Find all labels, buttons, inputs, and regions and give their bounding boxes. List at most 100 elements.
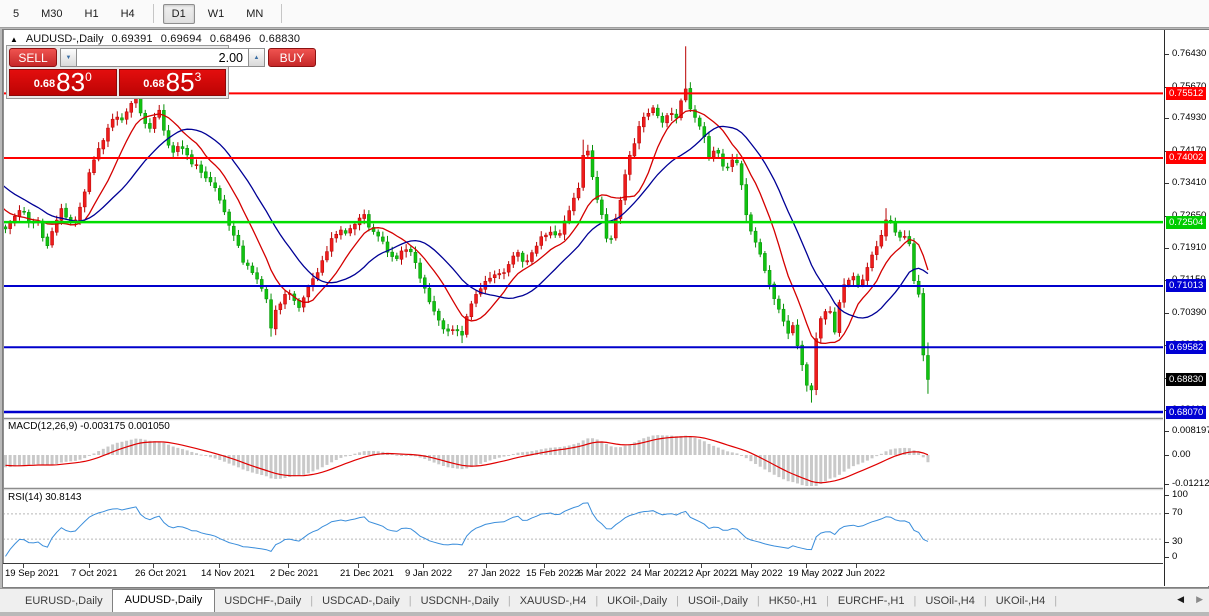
tab-xauusd-h4[interactable]: XAUUSD-,H4 [511, 591, 596, 611]
tab-usdcad-daily[interactable]: USDCAD-,Daily [313, 591, 409, 611]
price-tick-label: 0.71910 [1172, 242, 1206, 253]
axis-tick-mark [1165, 118, 1169, 119]
timeframe-button-w1[interactable]: W1 [199, 4, 234, 24]
level-price-label: 0.74002 [1166, 151, 1206, 164]
date-label: 19 Sep 2021 [5, 568, 59, 579]
axis-tick-mark [1165, 248, 1169, 249]
buy-price-pip: 3 [195, 71, 202, 83]
volume-input[interactable] [77, 48, 248, 67]
tab-eurchf-h1[interactable]: EURCHF-,H1 [829, 591, 914, 611]
tab-ukoil-h4[interactable]: UKOil-,H4 [987, 591, 1055, 611]
buy-price-prefix: 0.68 [143, 74, 164, 94]
chart-tab-bar: EURUSD-,DailyAUDUSD-,DailyUSDCHF-,Daily |… [0, 588, 1209, 612]
date-label: 19 May 2022 [788, 568, 843, 579]
price-tick-label: 0.74930 [1172, 112, 1206, 123]
tab-usdchf-daily[interactable]: USDCHF-,Daily [215, 591, 310, 611]
timeframe-button-m30[interactable]: M30 [32, 4, 71, 24]
rsi-tick-label: 0 [1172, 551, 1177, 562]
date-label: 2 Dec 2021 [270, 568, 319, 579]
timeframe-button-h4[interactable]: H4 [112, 4, 144, 24]
date-label: 26 Oct 2021 [135, 568, 187, 579]
level-price-label: 0.71013 [1166, 279, 1206, 292]
ohlc-open: 0.69391 [112, 33, 153, 45]
sell-price-big: 83 [56, 70, 85, 94]
symbol-period-label: AUDUSD-,Daily [26, 33, 104, 45]
level-price-label: 0.72504 [1166, 216, 1206, 229]
macd-tick-label: 0.008197 [1172, 425, 1209, 436]
tab-scroll-right-icon[interactable]: ▶ [1196, 594, 1203, 605]
timeframe-button-d1[interactable]: D1 [163, 4, 195, 24]
price-tick-label: 0.73410 [1172, 177, 1206, 188]
tab-eurusd-daily[interactable]: EURUSD-,Daily [16, 591, 112, 611]
volume-decrease-button[interactable]: ▼ [60, 48, 77, 67]
sell-price-pip: 0 [85, 71, 92, 83]
tab-usdcnh-daily[interactable]: USDCNH-,Daily [412, 591, 508, 611]
timeframe-button-h1[interactable]: H1 [76, 4, 108, 24]
axis-tick-mark [1165, 431, 1169, 432]
sell-price-prefix: 0.68 [34, 74, 55, 94]
buy-price-big: 85 [166, 70, 195, 94]
tab-audusd-daily[interactable]: AUDUSD-,Daily [112, 589, 216, 612]
rsi-indicator-label: RSI(14) 30.8143 [8, 492, 81, 503]
timeframe-button-mn[interactable]: MN [237, 4, 272, 24]
axis-tick-mark [1165, 54, 1169, 55]
axis-tick-mark [1165, 495, 1169, 496]
time-axis: 19 Sep 2021 7 Oct 2021 26 Oct 2021 14 Nov 2… [3, 564, 1163, 585]
date-label: 27 Jan 2022 [468, 568, 520, 579]
buy-price-tile[interactable]: 0.68 85 3 [119, 69, 227, 96]
rsi-tick-label: 30 [1172, 536, 1183, 547]
tab-usoil-h4[interactable]: USOil-,H4 [916, 591, 984, 611]
rsi-tick-label: 100 [1172, 489, 1188, 500]
ohlc-high: 0.69694 [161, 33, 202, 45]
tab-hk50-h1[interactable]: HK50-,H1 [760, 591, 826, 611]
ohlc-close: 0.68830 [259, 33, 300, 45]
level-price-label: 0.69582 [1166, 341, 1206, 354]
ohlc-low: 0.68496 [210, 33, 251, 45]
mt4-app: 5M30H1H4 D1W1MN ▲ AUDUSD-,Daily 0.69391 0… [0, 0, 1209, 616]
price-tick-label: 0.76430 [1172, 48, 1206, 59]
macd-tick-label: -0.012123 [1172, 478, 1209, 489]
chevron-down-icon: ▼ [66, 55, 72, 61]
tab-scroll-left-icon[interactable]: ◀ [1177, 594, 1184, 605]
rsi-tick-label: 70 [1172, 507, 1183, 518]
level-price-label: 0.68070 [1166, 406, 1206, 419]
axis-tick-mark [1165, 313, 1169, 314]
buy-button[interactable]: BUY [268, 48, 316, 67]
price-tick-label: 0.70390 [1172, 307, 1206, 318]
date-label: 1 May 2022 [733, 568, 783, 579]
date-label: 24 Mar 2022 [631, 568, 684, 579]
current-price-label: 0.68830 [1166, 373, 1206, 386]
axis-tick-mark [1165, 455, 1169, 456]
axis-tick-mark [1165, 542, 1169, 543]
tab-separator: | [1054, 595, 1057, 607]
date-label: 7 Oct 2021 [71, 568, 117, 579]
tab-ukoil-daily[interactable]: UKOil-,Daily [598, 591, 676, 611]
price-chart-canvas [3, 30, 1163, 586]
toolbar-separator [153, 4, 154, 23]
chart-title-row: ▲ AUDUSD-,Daily 0.69391 0.69694 0.68496 … [10, 33, 300, 45]
chevron-up-icon: ▲ [254, 55, 260, 61]
axis-tick-mark [1165, 183, 1169, 184]
axis-tick-mark [1165, 557, 1169, 558]
date-label: 21 Dec 2021 [340, 568, 394, 579]
sell-price-tile[interactable]: 0.68 83 0 [9, 69, 117, 96]
timeframe-button-5[interactable]: 5 [4, 4, 28, 24]
date-label: 15 Feb 2022 [526, 568, 579, 579]
date-label: 7 Jun 2022 [838, 568, 885, 579]
date-label: 12 Apr 2022 [683, 568, 734, 579]
collapse-triangle-icon[interactable]: ▲ [10, 35, 18, 44]
level-price-label: 0.75512 [1166, 87, 1206, 100]
date-label: 6 Mar 2022 [578, 568, 626, 579]
axis-tick-mark [1165, 484, 1169, 485]
timeframe-toolbar: 5M30H1H4 D1W1MN [0, 0, 1209, 28]
toolbar-separator [281, 4, 282, 23]
tab-scroll-arrows: ◀▶ [1177, 594, 1203, 605]
date-label: 14 Nov 2021 [201, 568, 255, 579]
volume-increase-button[interactable]: ▲ [248, 48, 265, 67]
macd-indicator-label: MACD(12,26,9) -0.003175 0.001050 [8, 421, 170, 432]
sell-button[interactable]: SELL [9, 48, 57, 67]
date-label: 9 Jan 2022 [405, 568, 452, 579]
axis-tick-mark [1165, 513, 1169, 514]
macd-tick-label: 0.00 [1172, 449, 1191, 460]
tab-usoil-daily[interactable]: USOil-,Daily [679, 591, 757, 611]
